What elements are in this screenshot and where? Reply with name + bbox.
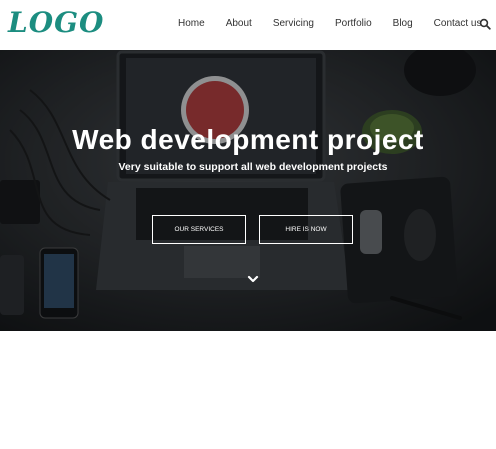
- nav-item-blog[interactable]: Blog: [393, 18, 413, 29]
- nav-item-portfolio[interactable]: Portfolio: [335, 18, 372, 29]
- nav-item-servicing[interactable]: Servicing: [273, 18, 314, 29]
- hire-us-button[interactable]: HIRE IS NOW: [259, 215, 353, 244]
- our-services-button[interactable]: OUR SERVICES: [152, 215, 246, 244]
- hero-overlay: [0, 50, 496, 331]
- chevron-down-icon[interactable]: [247, 275, 259, 284]
- nav-item-about[interactable]: About: [226, 18, 252, 29]
- nav-item-home[interactable]: Home: [178, 18, 205, 29]
- navbar: LOGO Home About Servicing Portfolio Blog…: [0, 0, 496, 50]
- nav-item-contact[interactable]: Contact us: [434, 18, 482, 29]
- main-nav: Home About Servicing Portfolio Blog Cont…: [178, 18, 481, 29]
- hero-title: Web development project: [72, 124, 424, 155]
- hero-banner: Web development project Very suitable to…: [0, 50, 496, 331]
- hero-subtitle: Very suitable to support all web develop…: [118, 161, 388, 173]
- logo[interactable]: LOGO: [8, 6, 104, 39]
- search-icon[interactable]: [479, 18, 491, 30]
